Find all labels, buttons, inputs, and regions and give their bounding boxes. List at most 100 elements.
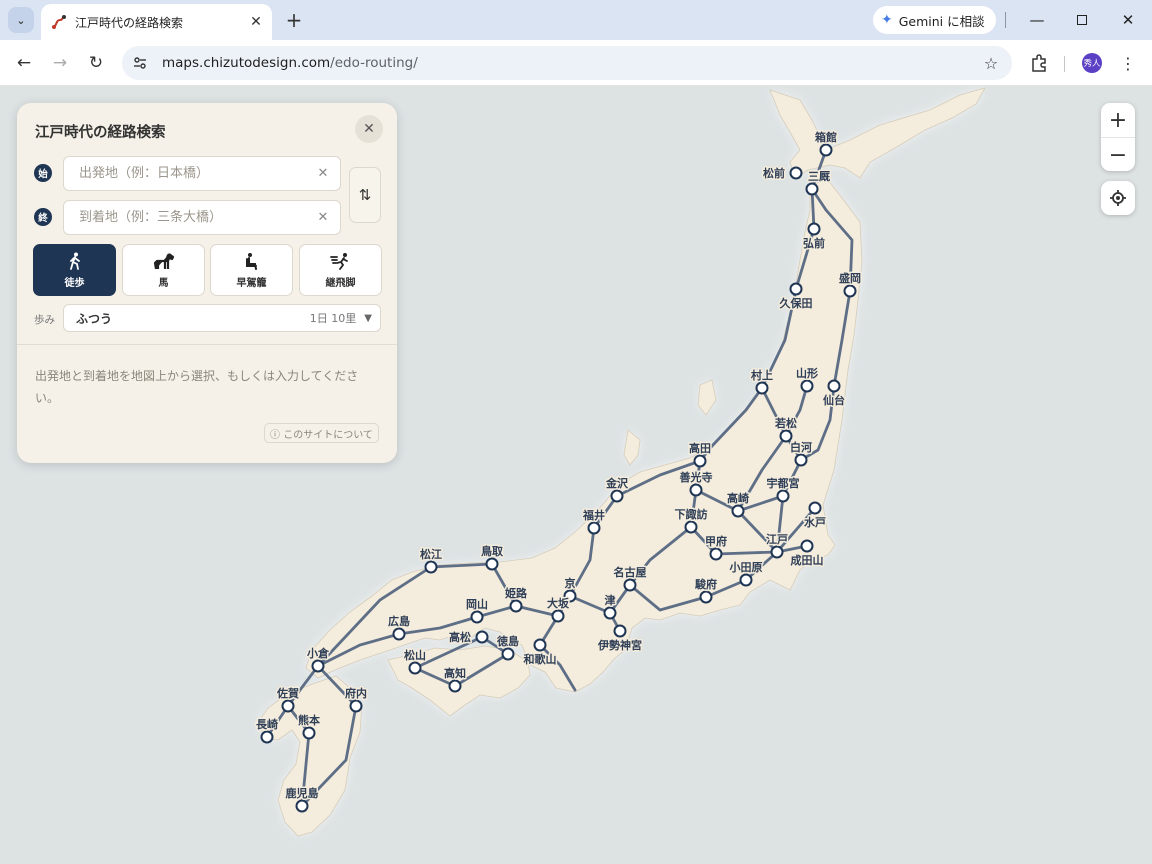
active-tab[interactable]: 江戸時代の経路検索 ✕ [41, 4, 272, 40]
minimize-icon[interactable]: — [1025, 8, 1049, 32]
city-label[interactable]: 鹿児島 [284, 785, 320, 802]
city-marker[interactable] [475, 630, 489, 644]
city-marker[interactable] [699, 590, 713, 604]
city-marker[interactable] [789, 282, 803, 296]
city-label[interactable]: 盛岡 [838, 270, 863, 287]
address-bar[interactable]: maps.chizutodesign.com/edo-routing/ ☆ [122, 46, 1012, 80]
city-marker[interactable] [533, 638, 547, 652]
city-marker[interactable] [776, 489, 790, 503]
city-marker[interactable] [731, 504, 745, 518]
city-label[interactable]: 村上 [750, 367, 775, 384]
clear-start-icon[interactable]: ✕ [311, 162, 335, 186]
city-label[interactable]: 高松 [448, 629, 473, 646]
city-marker[interactable] [408, 661, 422, 675]
city-label[interactable]: 善光寺 [678, 469, 714, 486]
city-marker[interactable] [623, 578, 637, 592]
city-label[interactable]: 岡山 [465, 596, 490, 613]
city-marker[interactable] [610, 489, 624, 503]
city-marker[interactable] [295, 799, 309, 813]
city-label[interactable]: 高田 [688, 440, 713, 457]
city-label[interactable]: 弘前 [802, 235, 827, 252]
city-label[interactable]: 京 [563, 575, 577, 592]
city-marker[interactable] [689, 483, 703, 497]
locate-me-icon[interactable] [1101, 181, 1135, 215]
city-marker[interactable] [603, 606, 617, 620]
city-marker[interactable] [501, 647, 515, 661]
gemini-button[interactable]: ✦ Gemini に相談 [873, 6, 996, 34]
pace-select[interactable]: ふつう 1日 10里 ▼ [63, 304, 381, 332]
tab-search-button[interactable]: ⌄ [8, 7, 34, 33]
start-input[interactable] [77, 165, 311, 182]
city-marker[interactable] [755, 381, 769, 395]
city-marker[interactable] [485, 557, 499, 571]
city-marker[interactable] [587, 521, 601, 535]
city-label[interactable]: 広島 [387, 613, 412, 630]
city-marker[interactable] [684, 520, 698, 534]
city-label[interactable]: 松前 [762, 165, 787, 182]
city-label[interactable]: 高知 [443, 665, 468, 682]
mode-courier-button[interactable]: 継飛脚 [299, 244, 382, 296]
city-label[interactable]: 若松 [774, 415, 799, 432]
city-marker[interactable] [827, 379, 841, 393]
profile-avatar[interactable]: 秀人 [1082, 53, 1102, 73]
city-label[interactable]: 山形 [795, 365, 820, 382]
city-marker[interactable] [509, 599, 523, 613]
city-label[interactable]: 三厩 [807, 169, 832, 185]
city-label[interactable]: 小倉 [305, 645, 332, 662]
mode-horse-button[interactable]: 馬 [122, 244, 205, 296]
clear-end-icon[interactable]: ✕ [311, 206, 335, 230]
bookmark-star-icon[interactable]: ☆ [978, 50, 1004, 76]
city-label[interactable]: 府内 [344, 685, 369, 702]
start-field[interactable]: ✕ [63, 156, 341, 191]
city-label[interactable]: 箱館 [814, 129, 839, 146]
new-tab-icon[interactable]: + [282, 8, 306, 32]
extensions-puzzle-icon[interactable] [1026, 50, 1052, 76]
city-label[interactable]: 津 [603, 592, 617, 609]
end-input[interactable] [77, 209, 311, 226]
maximize-icon[interactable] [1070, 8, 1094, 32]
zoom-in-icon[interactable]: + [1101, 103, 1135, 137]
kebab-menu-icon[interactable]: ⋮ [1115, 50, 1141, 76]
city-label[interactable]: 高崎 [726, 490, 751, 507]
city-marker[interactable] [470, 610, 484, 624]
swap-button[interactable]: ⇅ [349, 167, 381, 223]
city-marker[interactable] [302, 726, 316, 740]
reload-icon[interactable]: ↻ [83, 50, 109, 76]
city-label[interactable]: 姫路 [504, 585, 530, 602]
city-label[interactable]: 下諏訪 [673, 506, 709, 523]
city-marker[interactable] [770, 545, 784, 559]
city-marker[interactable] [693, 454, 707, 468]
window-close-icon[interactable]: ✕ [1116, 8, 1140, 32]
city-label[interactable]: 徳島 [495, 633, 521, 650]
city-marker[interactable] [349, 699, 363, 713]
city-marker[interactable] [392, 627, 406, 641]
city-label[interactable]: 和歌山 [522, 651, 558, 668]
city-marker[interactable] [281, 699, 295, 713]
about-site-button[interactable]: ⓘ このサイトについて [264, 423, 379, 443]
city-marker[interactable] [448, 679, 462, 693]
site-settings-icon[interactable] [126, 49, 154, 77]
city-label[interactable]: 小田原 [727, 559, 764, 576]
panel-close-icon[interactable]: ✕ [355, 115, 383, 143]
city-label[interactable]: 成田山 [789, 552, 825, 569]
city-label[interactable]: 白河 [789, 439, 814, 456]
city-marker[interactable] [819, 143, 833, 157]
city-marker[interactable] [311, 659, 325, 673]
city-label[interactable]: 鳥取 [480, 543, 505, 560]
tab-close-icon[interactable]: ✕ [246, 12, 266, 32]
city-label[interactable]: 宇都宮 [765, 475, 801, 492]
city-label[interactable]: 仙台 [822, 392, 847, 409]
zoom-out-icon[interactable]: − [1101, 138, 1135, 172]
city-marker[interactable] [800, 539, 814, 553]
forward-arrow-icon[interactable]: → [47, 50, 73, 76]
city-label[interactable]: 福井 [581, 507, 607, 524]
city-label[interactable]: 江戸 [765, 531, 790, 548]
city-marker[interactable] [709, 547, 723, 561]
city-label[interactable]: 水戸 [803, 514, 828, 531]
city-marker[interactable] [794, 453, 808, 467]
mode-walk-button[interactable]: 徒歩 [33, 244, 116, 296]
city-label[interactable]: 長崎 [255, 716, 280, 733]
city-label[interactable]: 名古屋 [612, 564, 648, 581]
city-marker[interactable] [424, 560, 438, 574]
city-marker[interactable] [789, 166, 803, 180]
